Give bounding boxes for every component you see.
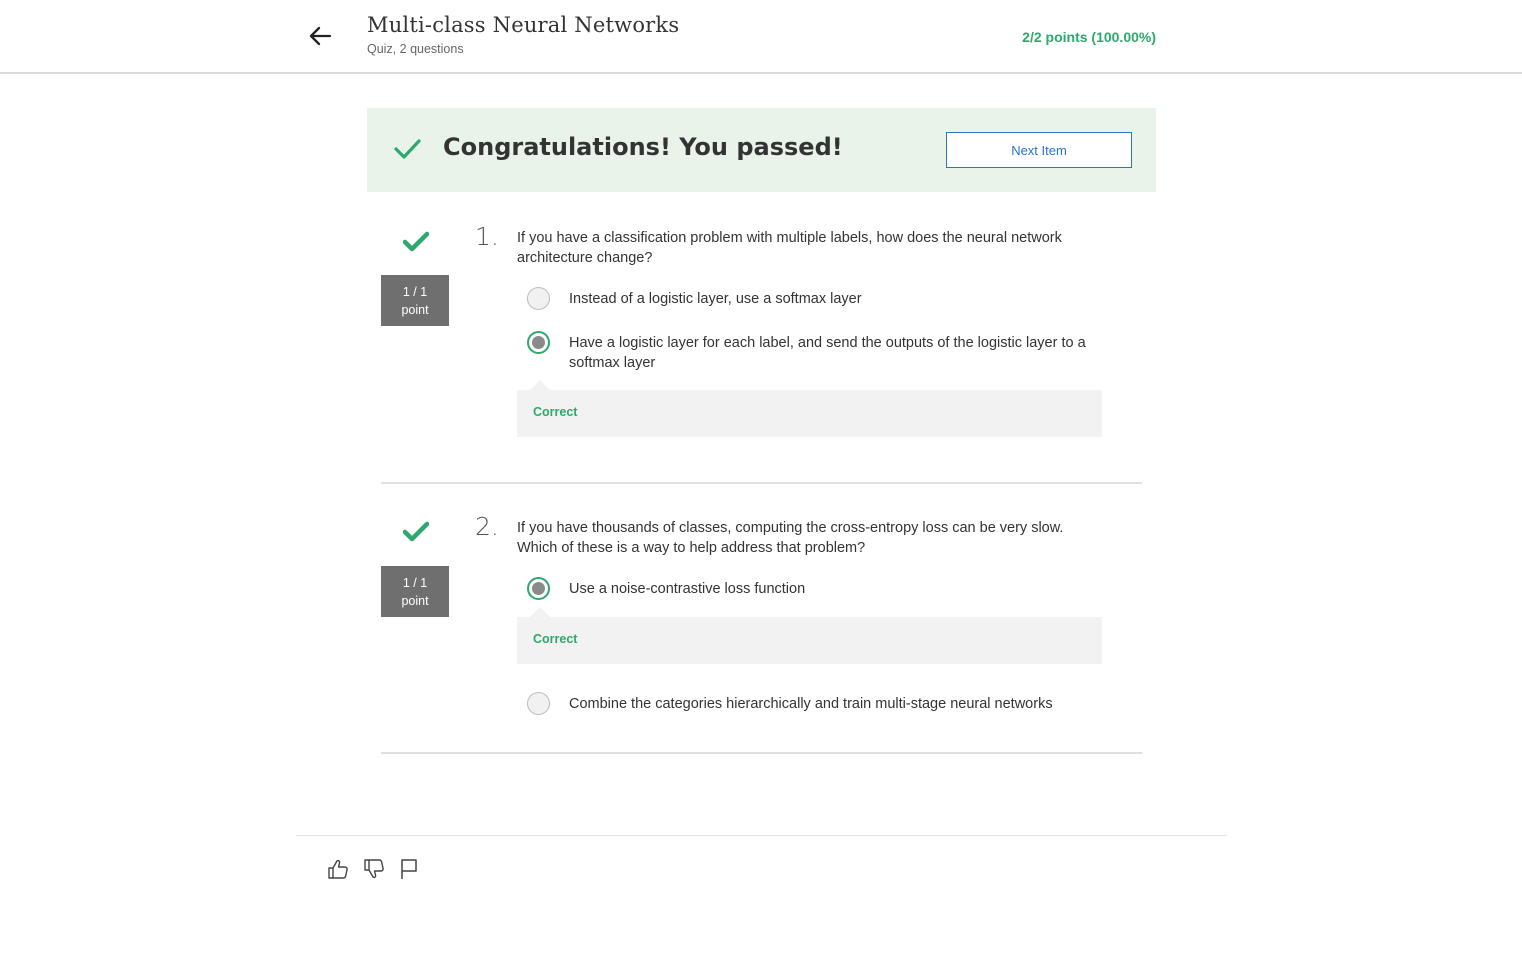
page-title: Multi-class Neural Networks bbox=[367, 13, 680, 37]
question-correct-check-icon bbox=[402, 521, 430, 543]
top-bar: Multi-class Neural Networks Quiz, 2 ques… bbox=[0, 0, 1522, 74]
flag-icon[interactable] bbox=[397, 856, 421, 882]
next-item-button[interactable]: Next Item bbox=[946, 132, 1132, 168]
answer-radio[interactable] bbox=[527, 287, 550, 310]
question-number: 2. bbox=[475, 512, 499, 541]
points-value: 1 / 1 bbox=[402, 285, 428, 299]
question-text: If you have a classification problem wit… bbox=[517, 230, 1062, 266]
points-unit: point bbox=[401, 303, 429, 317]
back-arrow-icon[interactable] bbox=[305, 22, 335, 50]
question-divider bbox=[381, 482, 1142, 484]
feedback-text: Correct bbox=[533, 632, 578, 646]
answer-radio-selected[interactable] bbox=[527, 577, 550, 600]
answer-label[interactable]: Have a logistic layer for each label, an… bbox=[569, 333, 1089, 373]
question-number: 1. bbox=[475, 222, 499, 251]
answer-label[interactable]: Instead of a logistic layer, use a softm… bbox=[569, 289, 1089, 309]
footer-divider bbox=[296, 835, 1227, 836]
score-summary: 2/2 points (100.00%) bbox=[1022, 29, 1156, 45]
answer-radio[interactable] bbox=[527, 692, 550, 715]
answer-label[interactable]: Combine the categories hierarchically an… bbox=[569, 694, 1129, 714]
feedback-text: Correct bbox=[533, 405, 578, 419]
page-subtitle: Quiz, 2 questions bbox=[367, 42, 464, 56]
points-badge: 1 / 1 point bbox=[381, 275, 449, 326]
check-icon bbox=[392, 134, 422, 164]
points-badge: 1 / 1 point bbox=[381, 566, 449, 617]
answer-radio-selected[interactable] bbox=[527, 331, 550, 354]
thumbs-up-icon[interactable] bbox=[326, 856, 350, 882]
feedback-box: Correct bbox=[517, 380, 1102, 437]
feedback-box: Correct bbox=[517, 607, 1102, 664]
points-value: 1 / 1 bbox=[402, 576, 428, 590]
thumbs-down-icon[interactable] bbox=[362, 856, 386, 882]
question-correct-check-icon bbox=[402, 231, 430, 253]
question-text: If you have thousands of classes, comput… bbox=[517, 520, 1064, 556]
answer-label[interactable]: Use a noise-contrastive loss function bbox=[569, 579, 1089, 599]
pass-message: Congratulations! You passed! bbox=[443, 133, 843, 161]
question-divider bbox=[381, 752, 1142, 754]
points-unit: point bbox=[401, 594, 429, 608]
